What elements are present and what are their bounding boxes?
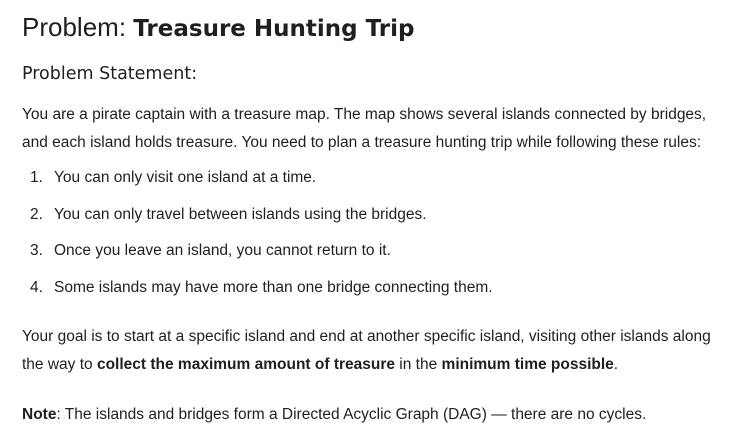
rule-text: You can only visit one island at a time. (54, 169, 317, 186)
goal-paragraph: Your goal is to start at a specific isla… (22, 323, 711, 379)
note-text: : The islands and bridges form a Directe… (56, 406, 647, 423)
title-problem-name: Treasure Hunting Trip (133, 16, 415, 42)
goal-text: . (613, 356, 619, 373)
intro-line-1: You are a pirate captain with a treasure… (22, 106, 707, 123)
problem-document: Problem: Treasure Hunting Trip Problem S… (0, 0, 754, 434)
note-label: Note (22, 406, 57, 423)
goal-text: the way to (22, 356, 97, 373)
rule-text: You can only travel between islands usin… (54, 205, 427, 223)
rule-text: Some islands may have more than one brid… (54, 278, 493, 296)
page-title: Problem: Treasure Hunting Trip (22, 10, 414, 46)
note-paragraph: Note: The islands and bridges form a Dir… (22, 401, 646, 429)
rule-number: 3. (30, 242, 43, 259)
goal-text: in the (395, 356, 442, 373)
rule-number: 2. (30, 205, 43, 223)
rule-text: Once you leave an island, you cannot ret… (54, 242, 391, 259)
intro-line-2: and each island holds treasure. You need… (22, 134, 702, 151)
title-prefix: Problem: (22, 12, 134, 42)
goal-line-1: Your goal is to start at a specific isla… (22, 328, 711, 345)
section-heading: Problem Statement: (22, 64, 198, 84)
goal-emphasis-time: minimum time possible (441, 356, 614, 373)
rule-number: 4. (30, 278, 43, 296)
rule-number: 1. (30, 169, 43, 186)
intro-paragraph: You are a pirate captain with a treasure… (22, 101, 706, 157)
goal-emphasis-treasure: collect the maximum amount of treasure (96, 356, 395, 373)
